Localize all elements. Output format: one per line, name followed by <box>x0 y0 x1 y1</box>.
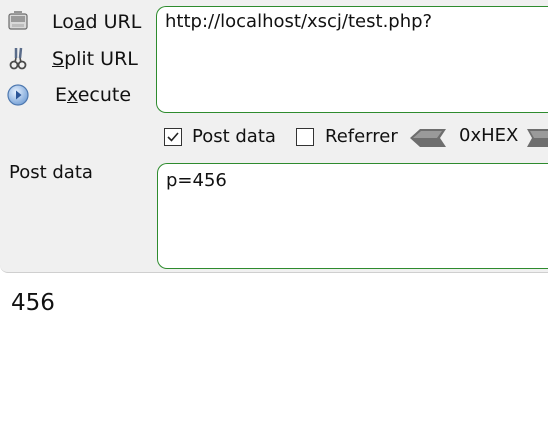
split-url-label: Split URL <box>52 48 138 70</box>
referrer-checkbox[interactable] <box>296 128 314 146</box>
decrease-arrow-icon[interactable] <box>410 128 446 148</box>
execute-button[interactable]: Execute <box>4 80 150 110</box>
load-url-icon <box>6 10 32 34</box>
execute-label: Execute <box>55 84 132 106</box>
execute-icon <box>6 83 32 107</box>
split-url-button[interactable]: Split URL <box>4 44 150 74</box>
browser-viewport: Load URL Split URL Execute http://localh… <box>0 0 548 439</box>
options-row: Post data Referrer 0xHEX <box>0 124 548 152</box>
post-data-input[interactable]: p=456 <box>157 163 548 269</box>
referrer-option-label[interactable]: Referrer <box>325 125 398 149</box>
page-output-text: 456 <box>11 290 55 316</box>
hex-label[interactable]: 0xHEX <box>459 124 518 148</box>
load-url-label: Load URL <box>52 11 142 33</box>
split-url-icon <box>6 47 32 71</box>
load-url-button[interactable]: Load URL <box>4 7 150 37</box>
post-data-caption: Post data <box>9 162 93 183</box>
hackbar-panel: Load URL Split URL Execute http://localh… <box>0 0 548 273</box>
post-data-option-label[interactable]: Post data <box>192 125 276 149</box>
post-data-checkbox[interactable] <box>164 128 182 146</box>
increase-arrow-icon[interactable] <box>527 128 548 148</box>
url-input[interactable]: http://localhost/xscj/test.php? <box>156 6 548 113</box>
